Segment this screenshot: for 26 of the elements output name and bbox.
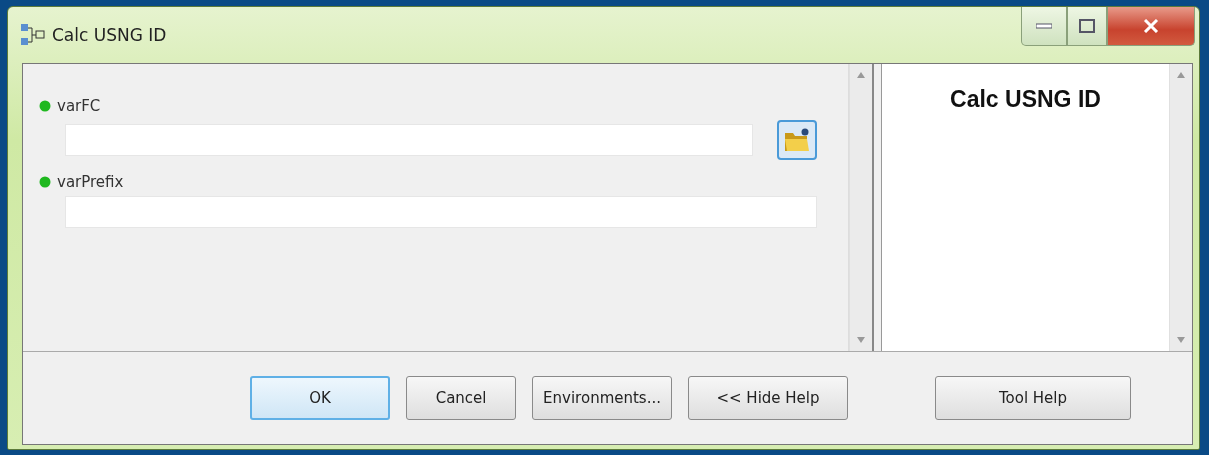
parameter-label: varFC	[57, 97, 101, 115]
scroll-up-icon[interactable]	[857, 72, 865, 78]
dialog-button[interactable]: Tool Help	[935, 376, 1131, 420]
minimize-icon	[1036, 23, 1052, 29]
dialog-button[interactable]: Environments...	[532, 376, 672, 420]
input-field[interactable]	[65, 124, 753, 156]
folder-icon	[783, 127, 811, 153]
panel-splitter[interactable]	[872, 64, 882, 351]
scrollbar[interactable]	[849, 64, 872, 351]
close-icon	[1143, 19, 1159, 33]
maximize-button[interactable]	[1067, 7, 1107, 46]
dialog-button[interactable]: << Hide Help	[688, 376, 848, 420]
ok-button[interactable]: OK	[250, 376, 391, 420]
dialog-button[interactable]: Cancel	[406, 376, 517, 420]
scroll-down-icon[interactable]	[857, 337, 865, 343]
maximize-icon	[1079, 19, 1095, 33]
scroll-up-icon[interactable]	[1177, 72, 1185, 78]
close-button[interactable]	[1107, 7, 1195, 46]
scroll-down-icon[interactable]	[1177, 337, 1185, 343]
help-title: Calc USNG ID	[950, 86, 1101, 114]
scrollbar[interactable]	[1169, 64, 1192, 351]
window-title: Calc USNG ID	[52, 25, 167, 45]
input-field[interactable]	[65, 196, 817, 228]
parameter-label: varPrefix	[57, 173, 124, 191]
model-tool-icon	[20, 23, 46, 47]
browse-button[interactable]	[777, 120, 817, 160]
